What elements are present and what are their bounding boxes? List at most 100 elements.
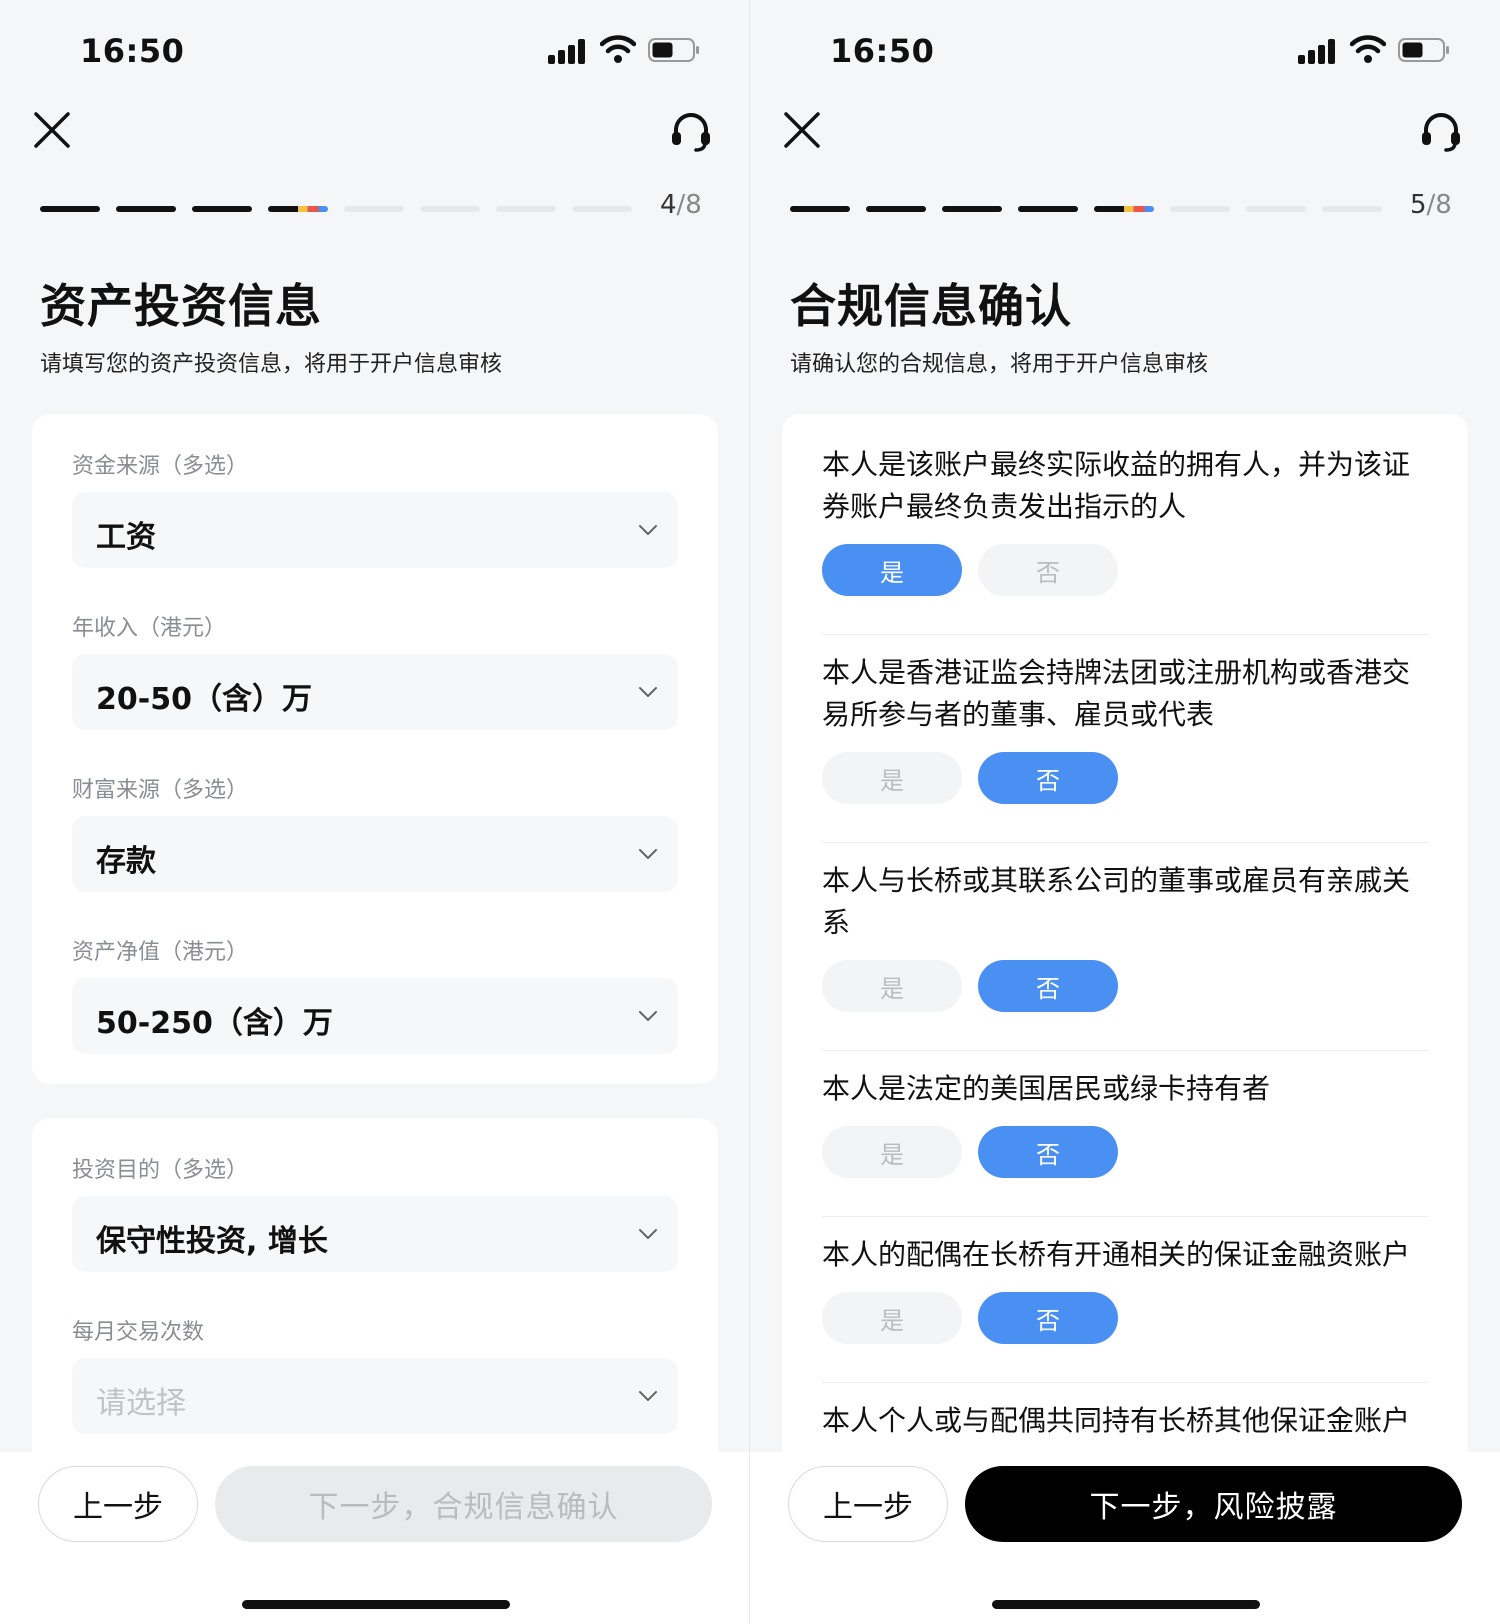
status-bar: 16:50 (750, 28, 1500, 78)
divider (822, 842, 1428, 843)
asset-info-card: 资金来源（多选） 工资 年收入（港元） 20-50（含）万 财富来源（多选） 存… (32, 414, 718, 1084)
home-indicator (242, 1600, 510, 1609)
close-icon[interactable] (780, 108, 824, 152)
divider (822, 1382, 1428, 1383)
step-counter: 5/8 (1410, 190, 1452, 220)
page-title: 资产投资信息 (40, 279, 322, 333)
annual-income-label: 年收入（港元） (72, 616, 227, 641)
q2-yes-button[interactable]: 是 (822, 752, 962, 804)
wifi-icon (600, 35, 636, 63)
question-sfc-licensed: 本人是香港证监会持牌法团或注册机构或香港交易所参与者的董事、雇员或代表 (822, 656, 1411, 731)
chevron-down-icon (639, 1011, 657, 1021)
question-relative-of-employee: 本人与长桥或其联系公司的董事或雇员有亲戚关系 (822, 864, 1411, 939)
battery-icon (1398, 38, 1449, 62)
progress-segment (1322, 206, 1382, 212)
close-icon[interactable] (30, 108, 74, 152)
annual-income-select[interactable]: 20-50（含）万 (72, 654, 678, 730)
next-step-button[interactable]: 下一步，风险披露 (965, 1466, 1462, 1542)
status-time: 16:50 (80, 32, 185, 70)
fund-source-label: 资金来源（多选） (72, 454, 249, 479)
top-navigation (0, 100, 750, 160)
q2-no-button[interactable]: 否 (978, 752, 1118, 804)
page-subtitle: 请确认您的合规信息，将用于开户信息审核 (790, 352, 1209, 377)
monthly-trades-placeholder: 请选择 (96, 1386, 186, 1421)
annual-income-value: 20-50（含）万 (96, 682, 312, 717)
wifi-icon (1350, 35, 1386, 63)
step-counter: 4/8 (660, 190, 702, 220)
step-current: 5 (1410, 190, 1427, 220)
wealth-source-select[interactable]: 存款 (72, 816, 678, 892)
progress-segment (1094, 206, 1154, 212)
question-spouse-margin-account: 本人的配偶在长桥有开通相关的保证金融资账户 (822, 1238, 1411, 1271)
progress-segment (790, 206, 850, 212)
progress-segment (942, 206, 1002, 212)
cellular-signal-icon (548, 38, 586, 64)
net-worth-value: 50-250（含）万 (96, 1006, 333, 1041)
question-us-resident: 本人是法定的美国居民或绿卡持有者 (822, 1072, 1271, 1105)
fund-source-value: 工资 (96, 520, 156, 555)
q4-yes-button[interactable]: 是 (822, 1126, 962, 1178)
q1-yes-button[interactable]: 是 (822, 544, 962, 596)
bottom-action-bar: 上一步 下一步，合规信息确认 (0, 1452, 750, 1624)
q4-no-button[interactable]: 否 (978, 1126, 1118, 1178)
progress-segment (344, 206, 404, 212)
progress-segment (268, 206, 328, 212)
page-subtitle: 请填写您的资产投资信息，将用于开户信息审核 (40, 352, 503, 377)
chevron-down-icon (639, 1229, 657, 1239)
progress-segment (1246, 206, 1306, 212)
step-total: /8 (1426, 190, 1452, 220)
question-joint-margin-account: 本人个人或与配偶共同持有长桥其他保证金账户 (822, 1404, 1411, 1437)
chevron-down-icon (639, 687, 657, 697)
divider (822, 1050, 1428, 1051)
investment-purpose-select[interactable]: 保守性投资, 增长 (72, 1196, 678, 1272)
progress-segment (192, 206, 252, 212)
wealth-source-value: 存款 (96, 844, 156, 879)
progress-segment (40, 206, 100, 212)
investment-purpose-value: 保守性投资, 增长 (96, 1224, 328, 1259)
net-worth-label: 资产净值（港元） (72, 940, 249, 965)
bottom-action-bar: 上一步 下一步，风险披露 (750, 1452, 1500, 1624)
screen-asset-investment: 16:50 4/8 资产投资信息 请填写您的资产投资信息，将用于开户信息审核 资… (0, 0, 750, 1624)
q3-yes-button[interactable]: 是 (822, 960, 962, 1012)
q1-no-button[interactable]: 否 (978, 544, 1118, 596)
chevron-down-icon (639, 849, 657, 859)
top-navigation (750, 100, 1500, 160)
progress-segment (1018, 206, 1078, 212)
net-worth-select[interactable]: 50-250（含）万 (72, 978, 678, 1054)
previous-step-button[interactable]: 上一步 (788, 1466, 948, 1542)
q3-no-button[interactable]: 否 (978, 960, 1118, 1012)
home-indicator (992, 1600, 1260, 1609)
step-progress-bar (790, 196, 1390, 222)
chevron-down-icon (639, 525, 657, 535)
customer-service-headset-icon[interactable] (1418, 108, 1464, 154)
progress-segment (572, 206, 632, 212)
battery-icon (648, 38, 699, 62)
status-bar: 16:50 (0, 28, 750, 78)
progress-segment (116, 206, 176, 212)
customer-service-headset-icon[interactable] (668, 108, 714, 154)
step-total: /8 (676, 190, 702, 220)
divider (822, 634, 1428, 635)
step-progress-bar (40, 196, 640, 222)
previous-step-button[interactable]: 上一步 (38, 1466, 198, 1542)
progress-segment (866, 206, 926, 212)
investment-purpose-label: 投资目的（多选） (72, 1158, 249, 1183)
next-step-button[interactable]: 下一步，合规信息确认 (215, 1466, 712, 1542)
progress-segment (496, 206, 556, 212)
q5-yes-button[interactable]: 是 (822, 1292, 962, 1344)
progress-segment (420, 206, 480, 212)
monthly-trades-label: 每月交易次数 (72, 1320, 205, 1345)
cellular-signal-icon (1298, 38, 1336, 64)
q5-no-button[interactable]: 否 (978, 1292, 1118, 1344)
divider (822, 1216, 1428, 1217)
progress-segment (1170, 206, 1230, 212)
compliance-card: 本人是该账户最终实际收益的拥有人，并为该证券账户最终负责发出指示的人 是 否 本… (782, 414, 1468, 1514)
wealth-source-label: 财富来源（多选） (72, 778, 249, 803)
question-beneficial-owner: 本人是该账户最终实际收益的拥有人，并为该证券账户最终负责发出指示的人 (822, 448, 1411, 523)
page-title: 合规信息确认 (790, 279, 1072, 333)
chevron-down-icon (639, 1391, 657, 1401)
screen-compliance-confirm: 16:50 5/8 合规信息确认 请确认您的合规信息，将用于开户信息审核 本人是… (750, 0, 1500, 1624)
step-current: 4 (660, 190, 677, 220)
fund-source-select[interactable]: 工资 (72, 492, 678, 568)
monthly-trades-select[interactable]: 请选择 (72, 1358, 678, 1434)
